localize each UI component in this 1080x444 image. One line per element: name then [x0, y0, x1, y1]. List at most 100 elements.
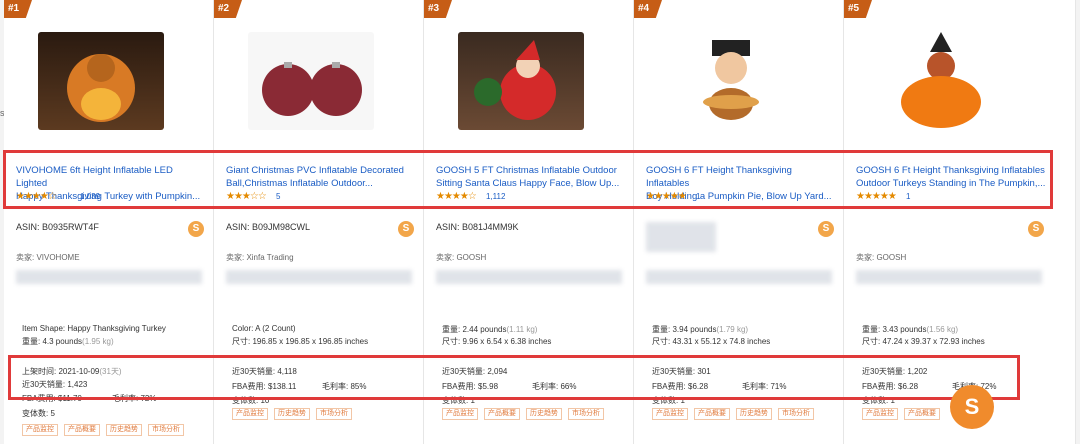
- title-line[interactable]: GOOSH 6 Ft Height Thanksgiving Inflatabl…: [856, 164, 1046, 177]
- floating-s-logo-icon[interactable]: S: [950, 385, 994, 429]
- product-title[interactable]: GOOSH 5 FT Christmas Inflatable Outdoor …: [436, 164, 626, 190]
- margin: 毛利率: 66%: [532, 382, 577, 391]
- listing-extra: (31天): [99, 367, 122, 376]
- fba-fee: FBA费用: $5.98: [442, 382, 499, 391]
- product-card[interactable]: #3 GOOSH 5 FT Christmas Inflatable Outdo…: [424, 0, 634, 444]
- weight-kg: (1.56 kg): [926, 325, 959, 334]
- variants: 变体数: 10: [232, 396, 270, 405]
- weight-value: 重量: 3.94 pounds: [652, 325, 717, 334]
- review-count[interactable]: 1,112: [486, 192, 505, 201]
- margin: 毛利率: 72%: [112, 394, 157, 403]
- tag-market[interactable]: 市场分析: [316, 408, 352, 420]
- weight-value: 重量: 4.3 pounds: [22, 337, 83, 346]
- tag-market[interactable]: 市场分析: [568, 408, 604, 420]
- tag-history[interactable]: 历史趋势: [274, 408, 310, 420]
- weight-line: 重量: 3.94 pounds(1.79 kg): [652, 324, 748, 335]
- product-card[interactable]: #4 GOOSH 6 FT Height Thanksgiving Inflat…: [634, 0, 844, 444]
- product-image[interactable]: [668, 32, 794, 130]
- weight-line: 重量: 3.43 pounds(1.56 kg): [862, 324, 958, 335]
- review-count[interactable]: 1: [906, 192, 910, 201]
- title-line[interactable]: Giant Christmas PVC Inflatable Decorated: [226, 164, 416, 177]
- asin: ASIN: B081J4MM9K: [436, 222, 519, 232]
- tag-history[interactable]: 历史趋势: [106, 424, 142, 436]
- listing-date: 上架时间: 2021-10-09(31天): [22, 366, 122, 377]
- boy-illustration: [703, 40, 759, 120]
- blurred-region: [16, 270, 202, 284]
- attr-line: Color: A (2 Count): [232, 324, 296, 333]
- product-card[interactable]: #2 Giant Christmas PVC Inflatable Decora…: [214, 0, 424, 444]
- rating-stars: ★★★☆☆: [226, 191, 267, 202]
- size-line: 尺寸: 43.31 x 55.12 x 74.8 inches: [652, 337, 771, 346]
- weight-kg: (1.95 kg): [82, 337, 114, 346]
- weight-value: 重量: 2.44 pounds: [442, 325, 507, 334]
- title-line[interactable]: GOOSH 6 FT Height Thanksgiving Inflatabl…: [646, 164, 836, 190]
- title-line[interactable]: GOOSH 5 FT Christmas Inflatable Outdoor: [436, 164, 626, 177]
- tag-history[interactable]: 历史趋势: [736, 408, 772, 420]
- s-logo-icon[interactable]: S: [1028, 221, 1044, 237]
- blurred-region: [436, 270, 622, 284]
- tag-overview[interactable]: 产品概要: [904, 408, 940, 420]
- tag-overview[interactable]: 产品概要: [694, 408, 730, 420]
- tag-monitor[interactable]: 产品监控: [22, 424, 58, 436]
- ornament-illustration: [262, 62, 362, 116]
- tag-overview[interactable]: 产品概要: [64, 424, 100, 436]
- rank-badge: #2: [214, 0, 242, 18]
- product-image[interactable]: [38, 32, 164, 130]
- variants: 变体数: 1: [862, 396, 895, 405]
- tag-market[interactable]: 市场分析: [778, 408, 814, 420]
- s-logo-icon[interactable]: S: [818, 221, 834, 237]
- product-card[interactable]: #1 VIVOHOME 6ft Height Inflatable LED Li…: [4, 0, 214, 444]
- weight-value: 重量: 3.43 pounds: [862, 325, 927, 334]
- rank-badge: #1: [4, 0, 32, 18]
- variants: 变体数: 1: [652, 396, 685, 405]
- size-line: 尺寸: 9.96 x 6.54 x 6.38 inches: [442, 337, 552, 346]
- tag-monitor[interactable]: 产品监控: [442, 408, 478, 420]
- tag-market[interactable]: 市场分析: [148, 424, 184, 436]
- s-logo-icon[interactable]: S: [188, 221, 204, 237]
- title-line[interactable]: VIVOHOME 6ft Height Inflatable LED Light…: [16, 164, 206, 190]
- blurred-region: [646, 270, 832, 284]
- variants: 变体数: 5: [22, 409, 55, 418]
- variants: 变体数: 1: [442, 396, 475, 405]
- tag-monitor[interactable]: 产品监控: [652, 408, 688, 420]
- product-image[interactable]: [458, 32, 584, 130]
- tag-history[interactable]: 历史趋势: [526, 408, 562, 420]
- title-line[interactable]: Outdoor Turkeys Standing in The Pumpkin,…: [856, 177, 1046, 190]
- rating-stars: ★★★★★: [856, 191, 897, 202]
- sales-30d: 近30天销量: 1,423: [22, 380, 88, 389]
- title-line[interactable]: Ball,Christmas Inflatable Outdoor...: [226, 177, 416, 190]
- rating-stars: ★★★★☆: [436, 191, 477, 202]
- product-image[interactable]: [248, 32, 374, 130]
- product-title[interactable]: GOOSH 6 Ft Height Thanksgiving Inflatabl…: [856, 164, 1046, 190]
- s-logo-icon[interactable]: S: [398, 221, 414, 237]
- fba-fee: FBA费用: $11.70: [22, 394, 82, 403]
- seller[interactable]: 卖家: Xinfa Trading: [226, 252, 294, 263]
- review-count[interactable]: 5: [276, 192, 280, 201]
- blurred-region: [646, 222, 716, 252]
- tag-monitor[interactable]: 产品监控: [232, 408, 268, 420]
- rating-stars: ★★★★☆: [16, 191, 57, 202]
- product-image[interactable]: [878, 32, 1004, 130]
- sales-30d: 近30天销量: 301: [652, 367, 711, 376]
- seller[interactable]: 卖家: GOOSH: [436, 252, 486, 263]
- product-grid: s #1 VIVOHOME 6ft Height Inflatable LED …: [0, 0, 1080, 444]
- fba-fee: FBA费用: $138.11: [232, 382, 297, 391]
- product-card[interactable]: #5 GOOSH 6 Ft Height Thanksgiving Inflat…: [844, 0, 1076, 444]
- weight-line: 重量: 4.3 pounds(1.95 kg): [22, 336, 114, 347]
- tag-overview[interactable]: 产品概要: [484, 408, 520, 420]
- margin: 毛利率: 71%: [742, 382, 787, 391]
- seller[interactable]: 卖家: VIVOHOME: [16, 252, 80, 263]
- fba-fee: FBA费用: $6.28: [862, 382, 919, 391]
- review-count[interactable]: 1: [696, 192, 700, 201]
- asin: ASIN: B09JM98CWL: [226, 222, 311, 232]
- title-line[interactable]: Sitting Santa Claus Happy Face, Blow Up.…: [436, 177, 626, 190]
- product-title[interactable]: Giant Christmas PVC Inflatable Decorated…: [226, 164, 416, 190]
- review-count[interactable]: 1,039: [80, 192, 100, 201]
- rank-badge: #4: [634, 0, 662, 18]
- seller[interactable]: 卖家: GOOSH: [856, 252, 906, 263]
- weight-line: 重量: 2.44 pounds(1.11 kg): [442, 324, 537, 335]
- weight-kg: (1.79 kg): [716, 325, 749, 334]
- blurred-region: [226, 270, 412, 284]
- tag-monitor[interactable]: 产品监控: [862, 408, 898, 420]
- rank-badge: #3: [424, 0, 452, 18]
